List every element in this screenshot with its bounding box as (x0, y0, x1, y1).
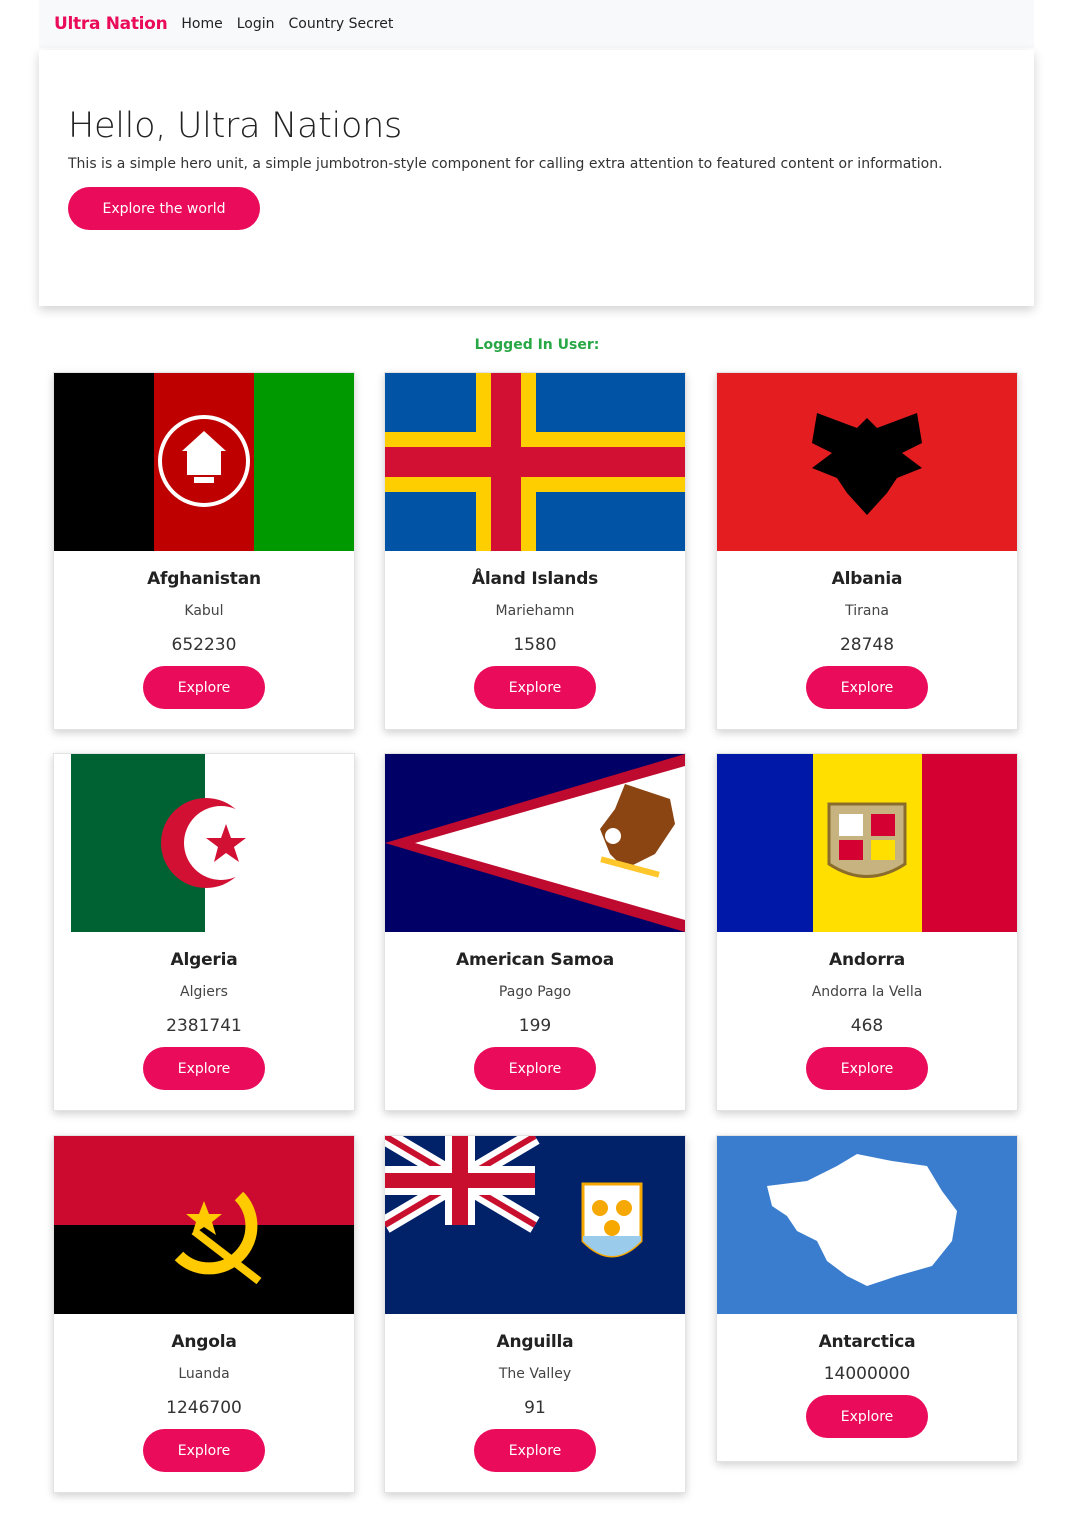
country-area: 468 (850, 1016, 884, 1036)
albania-flag-image (717, 373, 1017, 551)
logged-in-user-label: Logged In User: (474, 337, 600, 353)
country-name: Afghanistan (147, 569, 261, 589)
country-card-american-samoa: American Samoa Pago Pago 199 Explore (384, 753, 686, 1111)
american-samoa-flag-image (385, 754, 685, 932)
country-name: Andorra (829, 950, 905, 970)
nav-link-home[interactable]: Home (181, 16, 222, 32)
hero-text: This is a simple hero unit, a simple jum… (68, 156, 943, 172)
navbar: Ultra Nation Home Login Country Secret (39, 0, 1034, 48)
country-area: 14000000 (823, 1364, 911, 1384)
country-area: 28748 (839, 635, 895, 655)
explore-button[interactable]: Explore (143, 666, 265, 709)
nav-link-country-secret[interactable]: Country Secret (289, 16, 394, 32)
andorra-flag-image (717, 754, 1017, 932)
explore-world-button[interactable]: Explore the world (68, 187, 260, 230)
country-name: Åland Islands (471, 569, 599, 589)
nav-link-login[interactable]: Login (237, 16, 275, 32)
explore-button[interactable]: Explore (474, 1429, 596, 1472)
country-capital: Kabul (184, 603, 224, 619)
country-area: 91 (524, 1398, 546, 1418)
country-card-algeria: Algeria Algiers 2381741 Explore (53, 753, 355, 1111)
country-capital: Tirana (845, 603, 889, 619)
country-capital: Luanda (178, 1366, 230, 1382)
country-name: Anguilla (496, 1332, 574, 1352)
country-card-antarctica: Antarctica 14000000 Explore (716, 1135, 1018, 1462)
angola-flag-image (54, 1136, 354, 1314)
explore-button[interactable]: Explore (474, 666, 596, 709)
country-card-angola: Angola Luanda 1246700 Explore (53, 1135, 355, 1493)
country-area: 199 (518, 1016, 552, 1036)
country-capital: Mariehamn (495, 603, 575, 619)
country-area: 2381741 (166, 1016, 242, 1036)
country-area: 1580 (513, 635, 557, 655)
explore-button[interactable]: Explore (474, 1047, 596, 1090)
country-area: 1246700 (166, 1398, 242, 1418)
country-name: Angola (171, 1332, 237, 1352)
country-name: Antarctica (818, 1332, 916, 1352)
hero-jumbotron: Hello, Ultra Nations This is a simple he… (39, 50, 1034, 306)
country-capital: The Valley (498, 1366, 572, 1382)
explore-button[interactable]: Explore (143, 1047, 265, 1090)
brand-logo[interactable]: Ultra Nation (54, 14, 168, 34)
explore-button[interactable]: Explore (806, 666, 928, 709)
country-capital: Algiers (180, 984, 228, 1000)
explore-button[interactable]: Explore (143, 1429, 265, 1472)
anguilla-flag-image (385, 1136, 685, 1314)
aland-islands-flag-image (385, 373, 685, 551)
country-card-afghanistan: Afghanistan Kabul 652230 Explore (53, 372, 355, 730)
algeria-flag-image (54, 754, 354, 932)
country-card-aland-islands: Åland Islands Mariehamn 1580 Explore (384, 372, 686, 730)
country-area: 652230 (171, 635, 237, 655)
country-card-anguilla: Anguilla The Valley 91 Explore (384, 1135, 686, 1493)
antarctica-flag-image (717, 1136, 1017, 1314)
country-card-andorra: Andorra Andorra la Vella 468 Explore (716, 753, 1018, 1111)
explore-button[interactable]: Explore (806, 1047, 928, 1090)
country-capital: Andorra la Vella (811, 984, 923, 1000)
country-name: American Samoa (456, 950, 614, 970)
country-capital: Pago Pago (498, 984, 572, 1000)
afghanistan-flag-image (54, 373, 354, 551)
country-name: Algeria (170, 950, 238, 970)
country-name: Albania (831, 569, 903, 589)
hero-title: Hello, Ultra Nations (68, 106, 402, 146)
explore-button[interactable]: Explore (806, 1395, 928, 1438)
country-card-albania: Albania Tirana 28748 Explore (716, 372, 1018, 730)
